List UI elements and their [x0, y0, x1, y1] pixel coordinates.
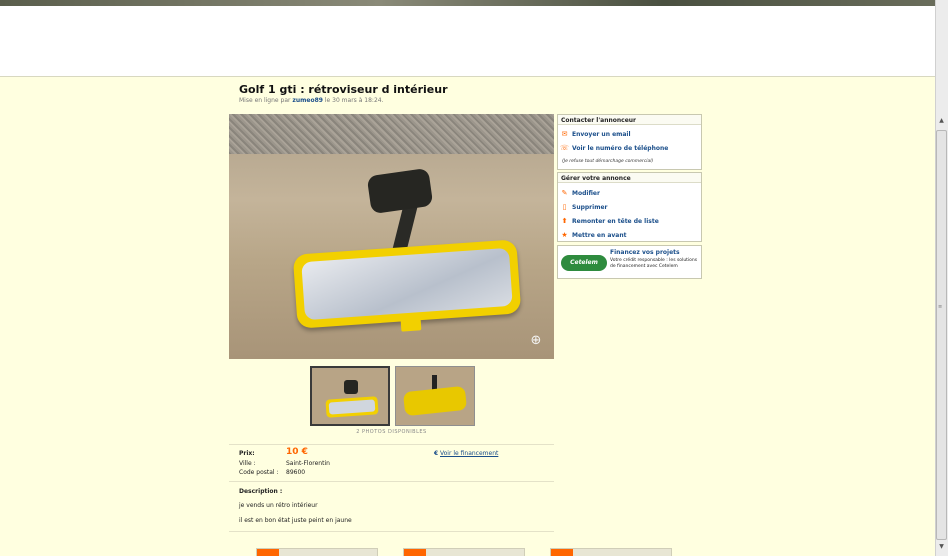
- listing-title: Golf 1 gti : rétroviseur d intérieur: [239, 83, 448, 96]
- modify-link[interactable]: ✎ Modifier: [560, 189, 600, 197]
- postal-label: Code postal :: [239, 469, 279, 476]
- photo-thumbnail-2[interactable]: [395, 366, 475, 426]
- meta-suffix: le 30 mars à 18:24.: [324, 97, 384, 104]
- price-value: 10 €: [286, 447, 308, 457]
- financing-link-label: Voir le financement: [440, 450, 499, 457]
- bottom-action-button-3[interactable]: [550, 548, 672, 556]
- star-icon: ★: [561, 231, 568, 239]
- price-label: Prix:: [239, 450, 255, 457]
- delete-link[interactable]: ▯ Supprimer: [560, 203, 608, 211]
- scrollbar-thumb[interactable]: [936, 130, 947, 540]
- divider: [229, 444, 554, 445]
- delete-label: Supprimer: [572, 203, 608, 211]
- trash-icon: ▯: [562, 203, 567, 211]
- bump-link[interactable]: ⬆ Remonter en tête de liste: [560, 217, 659, 225]
- description-line-1: je vends un rétro intérieur: [239, 502, 318, 509]
- city-label: Ville :: [239, 460, 256, 467]
- thumb1-frame: [325, 396, 379, 418]
- thumb2-frame: [402, 385, 468, 417]
- financing-link[interactable]: € Voir le financement: [434, 450, 498, 457]
- scroll-up-arrow-icon[interactable]: ▲: [937, 116, 946, 126]
- arrow-up-icon: ⬆: [561, 217, 568, 225]
- feature-label: Mettre en avant: [572, 231, 627, 239]
- cetelem-logo: Cetelem: [561, 255, 607, 271]
- photo-mirror-tab: [400, 318, 422, 332]
- bottom-action-button-2[interactable]: [403, 548, 525, 556]
- feature-link[interactable]: ★ Mettre en avant: [560, 231, 626, 239]
- send-email-link[interactable]: ✉ Envoyer un email: [560, 130, 631, 138]
- zoom-icon[interactable]: ⊕: [527, 332, 545, 350]
- divider: [229, 531, 554, 532]
- photo-mirror-glass: [301, 247, 513, 321]
- show-phone-label: Voir le numéro de téléphone: [572, 144, 669, 152]
- contact-box: Contacter l'annonceur ✉ Envoyer un email…: [557, 114, 702, 170]
- manage-box: Gérer votre annonce ✎ Modifier ▯ Supprim…: [557, 172, 702, 242]
- header-banner: [0, 6, 935, 77]
- show-phone-link[interactable]: ☏ Voir le numéro de téléphone: [560, 144, 668, 152]
- photo-thumbnail-1[interactable]: [310, 366, 390, 426]
- modify-label: Modifier: [572, 189, 600, 197]
- bottom-action-button-1[interactable]: [256, 548, 378, 556]
- photos-available-label: 2 PHOTOS DISPONIBLES: [356, 429, 427, 435]
- envelope-icon: ✉: [561, 130, 568, 138]
- seller-link[interactable]: zumeo89: [292, 97, 323, 104]
- photo-mirror-frame: [292, 239, 522, 329]
- send-email-label: Envoyer un email: [572, 130, 631, 138]
- meta-prefix: Mise en ligne par: [239, 97, 291, 104]
- bottom-action-icon-3: [551, 549, 573, 556]
- description-line-2: il est en bon état juste peint en jaune: [239, 517, 352, 524]
- description-title: Description :: [239, 488, 283, 495]
- manage-box-header: Gérer votre annonce: [558, 173, 701, 183]
- city-value: Saint-Florentin: [286, 460, 330, 467]
- cetelem-ad[interactable]: Cetelem Financez vos projets Votre crédi…: [557, 245, 702, 279]
- postal-value: 89600: [286, 469, 306, 476]
- pencil-icon: ✎: [561, 189, 568, 197]
- listing-meta: Mise en ligne par zumeo89 le 30 mars à 1…: [239, 97, 384, 104]
- scrollbar-grip-icon: ≡: [938, 304, 943, 310]
- main-photo[interactable]: ⊕: [229, 114, 554, 359]
- cetelem-title: Financez vos projets: [610, 249, 680, 256]
- photo-mirror-mount: [366, 167, 434, 215]
- photo-wall: [229, 114, 554, 154]
- bump-label: Remonter en tête de liste: [572, 217, 659, 225]
- bottom-action-icon-2: [404, 549, 426, 556]
- bottom-action-icon-1: [257, 549, 279, 556]
- phone-icon: ☏: [560, 144, 569, 152]
- divider: [229, 481, 554, 482]
- contact-note: (Je refuse tout démarchage commercial): [562, 159, 654, 164]
- thumb1-glass: [328, 399, 376, 415]
- cetelem-text: Votre crédit responsable : les solutions…: [610, 258, 698, 269]
- scroll-down-arrow-icon[interactable]: ▼: [937, 542, 946, 552]
- contact-box-header: Contacter l'annonceur: [558, 115, 701, 125]
- thumb1-mount: [344, 380, 358, 394]
